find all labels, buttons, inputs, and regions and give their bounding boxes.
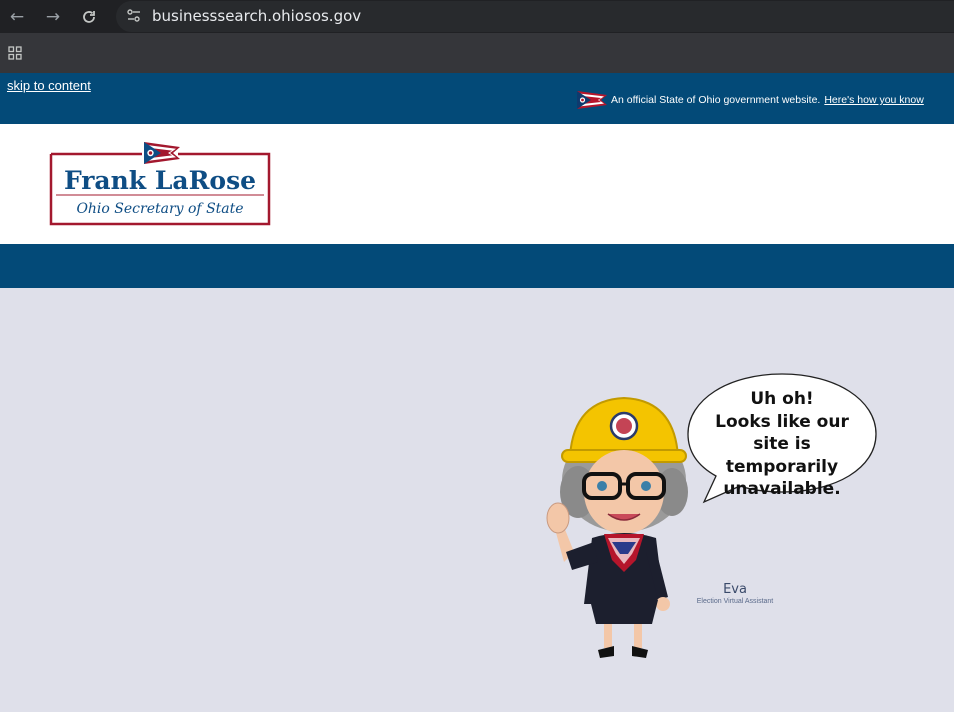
logo-subtitle: Ohio Secretary of State <box>76 201 243 217</box>
bubble-line: Uh oh! <box>750 389 814 409</box>
reload-icon[interactable] <box>78 6 100 28</box>
site-logo[interactable]: Frank LaRose Ohio Secretary of State <box>48 142 272 226</box>
back-arrow-icon[interactable]: ← <box>6 6 28 28</box>
official-notice-text: An official State of Ohio government web… <box>611 94 821 106</box>
logo-name: Frank LaRose <box>64 166 256 195</box>
skip-to-content-link[interactable]: skip to content <box>7 78 91 93</box>
url-text[interactable]: businesssearch.ohiosos.gov <box>152 7 361 25</box>
official-notice: An official State of Ohio government web… <box>611 94 924 106</box>
eva-name: Eva <box>723 582 747 597</box>
eva-subtitle: Election Virtual Assistant <box>696 598 774 605</box>
ohio-flag-icon <box>577 91 607 109</box>
bubble-line: Looks like our <box>715 411 849 432</box>
forward-arrow-icon[interactable]: → <box>42 6 64 28</box>
bubble-line: unavailable. <box>723 479 841 499</box>
bookmarks-bar <box>0 33 954 73</box>
apps-grid-icon[interactable] <box>8 46 22 60</box>
main-navbar <box>0 244 954 288</box>
eva-illustration <box>544 392 694 660</box>
bubble-line: site is temporarily <box>725 434 839 477</box>
heres-how-you-know-link[interactable]: Here's how you know <box>824 94 923 106</box>
unavailable-message: Uh oh! Looks like our site is temporaril… <box>700 388 864 501</box>
site-info-icon[interactable] <box>124 6 144 26</box>
